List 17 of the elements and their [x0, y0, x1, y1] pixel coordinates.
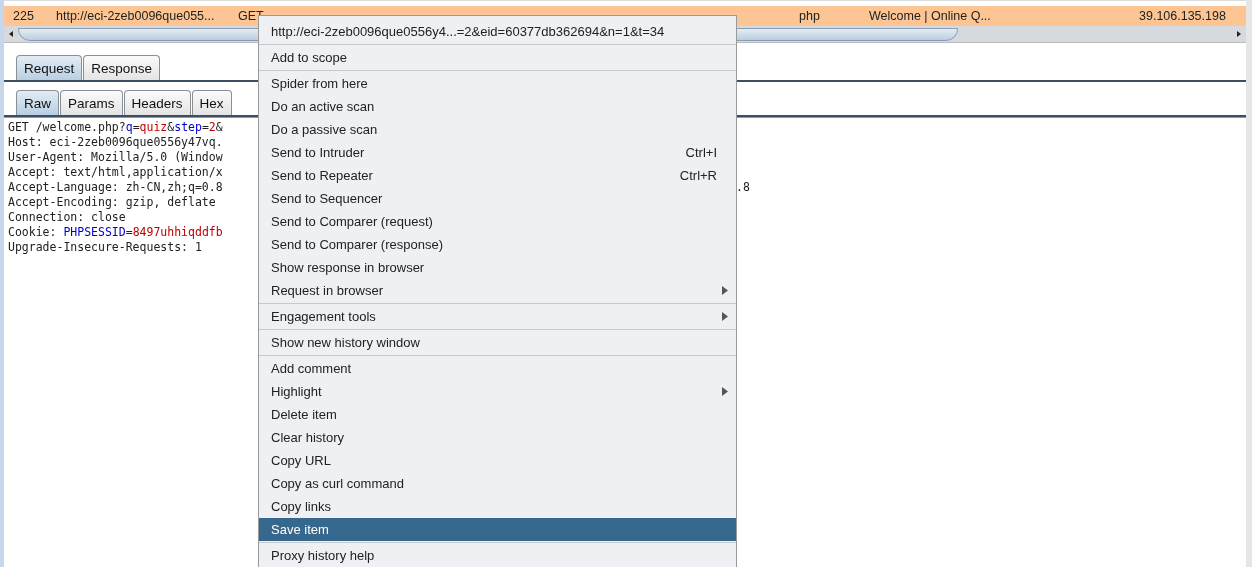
code-line: Accept-Encoding: gzip, deflate: [8, 195, 216, 210]
code-line: GET /welcome.php?q=quiz&step=2&: [8, 120, 223, 135]
table-cell-text: http://eci-2zeb0096que055...: [56, 9, 216, 23]
shortcut-label: Ctrl+I: [685, 145, 717, 160]
table-cell-text: Welcome | Online Q...: [869, 9, 992, 23]
code-line: Connection: close: [8, 210, 126, 225]
code-line: Cookie: PHPSESSID=8497uhhiqddfb: [8, 225, 223, 240]
code-line: Host: eci-2zeb0096que0556y47vq.: [8, 135, 223, 150]
table-cell: 39.106.135.198: [1139, 9, 1226, 23]
shortcut-label: Ctrl+R: [679, 168, 717, 183]
table-cell-text: 225: [13, 9, 35, 23]
table-cell-text: php: [799, 9, 821, 23]
code-line: User-Agent: Mozilla/5.0 (Window: [8, 150, 223, 165]
code-line: .8: [736, 180, 751, 195]
code-line: Upgrade-Insecure-Requests: 1: [8, 240, 202, 255]
code-line: Accept: text/html,application/x: [8, 165, 223, 180]
code-line: Accept-Language: zh-CN,zh;q=0.8: [8, 180, 223, 195]
